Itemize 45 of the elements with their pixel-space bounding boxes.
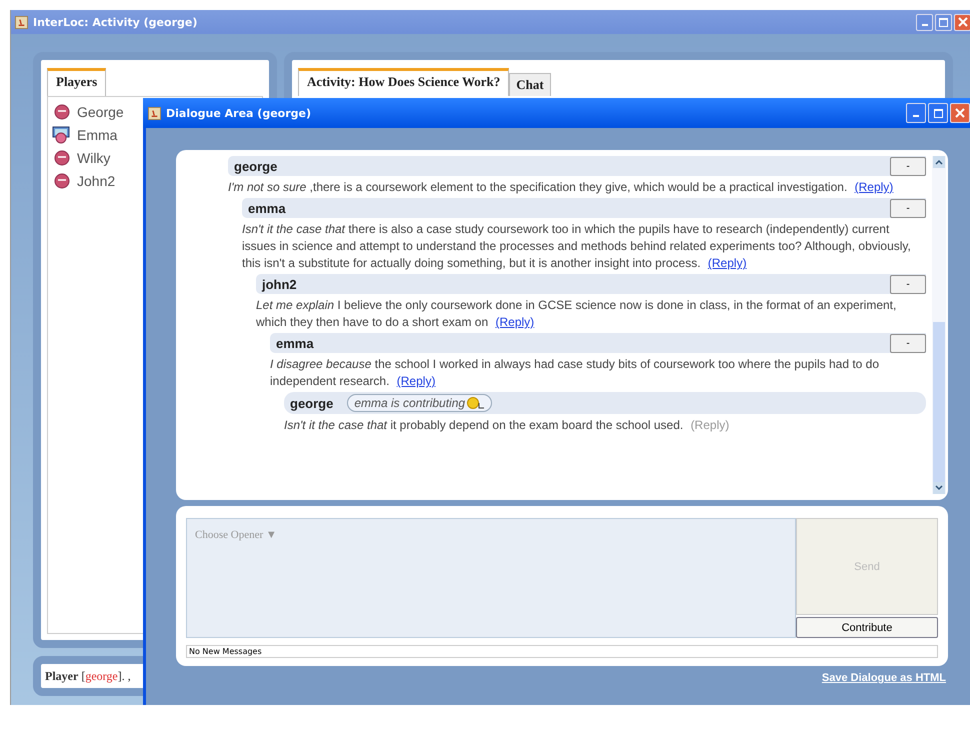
typing-indicator: emma is contributing [347,394,492,412]
player-name[interactable]: George [77,104,124,120]
tab[interactable]: Players [47,68,106,96]
reply-link[interactable]: (Reply) [854,180,894,194]
message-author: john2 [262,276,297,292]
close-button[interactable] [950,103,970,123]
collapse-button[interactable]: - [890,334,926,352]
tab[interactable]: Activity: How Does Science Work? [298,68,510,96]
player-name[interactable]: Wilky [77,150,110,166]
app-icon [15,16,28,28]
message-author: emma [276,336,314,350]
scrollbar[interactable] [932,156,946,494]
minimize-button[interactable] [916,14,933,30]
typing-icon [467,397,486,409]
message-text: I disagree because the school I worked in always had case study bits of coursework too where the pupils had to do independent research. (Reply) [270,356,880,390]
reply-link[interactable]: (Reply) [496,315,534,329]
minimize-button[interactable] [906,103,926,123]
reply-link[interactable]: (Reply) [708,256,747,270]
message-status-field: No New Messages [186,645,938,658]
app-icon [148,106,161,120]
contribute-button[interactable]: Contribute [796,617,938,638]
message-author: george [290,396,334,410]
message-text: Let me explain I believe the only coursework done in GCSE science now is done in class, in the format of an experiment, which they then have to do a short exam on (Reply) [256,297,898,331]
close-icon [955,108,965,118]
message-author: emma [248,200,286,216]
message-text: Isn't it the case that it probably depend on the exam board the school used. (Reply) [284,417,730,434]
window-title: Dialogue Area (george) [166,106,312,120]
scroll-down-icon[interactable] [933,482,945,494]
message-text: I'm not so sure ,there is a coursework element to the specification they give, which would be a practical investigation. (Reply) [228,179,894,196]
message-text: Isn't it the case that there is also a case study coursework too in which the pupils have to research (independently) current issues in science and attempt to understand the processes and methods behind related experiments too? Although, obviously, this isn't a substitute for actually doing something, but it is another insight into process. (Reply) [242,221,912,272]
close-button[interactable] [954,14,970,30]
collapse-button[interactable]: - [890,156,926,176]
player-name[interactable]: Emma [77,127,118,143]
player-status: Player [george]. , [45,669,131,683]
player-name[interactable]: John2 [77,173,116,189]
message-author: george [234,158,278,174]
tab[interactable]: Chat [509,73,551,96]
reply-link[interactable]: (Reply) [396,374,436,388]
maximize-button[interactable] [935,14,952,30]
collapse-button[interactable]: - [890,274,926,294]
window-title: InterLoc: Activity (george) [33,16,198,28]
close-icon [958,17,968,27]
scroll-up-icon[interactable] [933,156,945,168]
collapse-button[interactable]: - [890,198,926,218]
maximize-button[interactable] [928,103,948,123]
